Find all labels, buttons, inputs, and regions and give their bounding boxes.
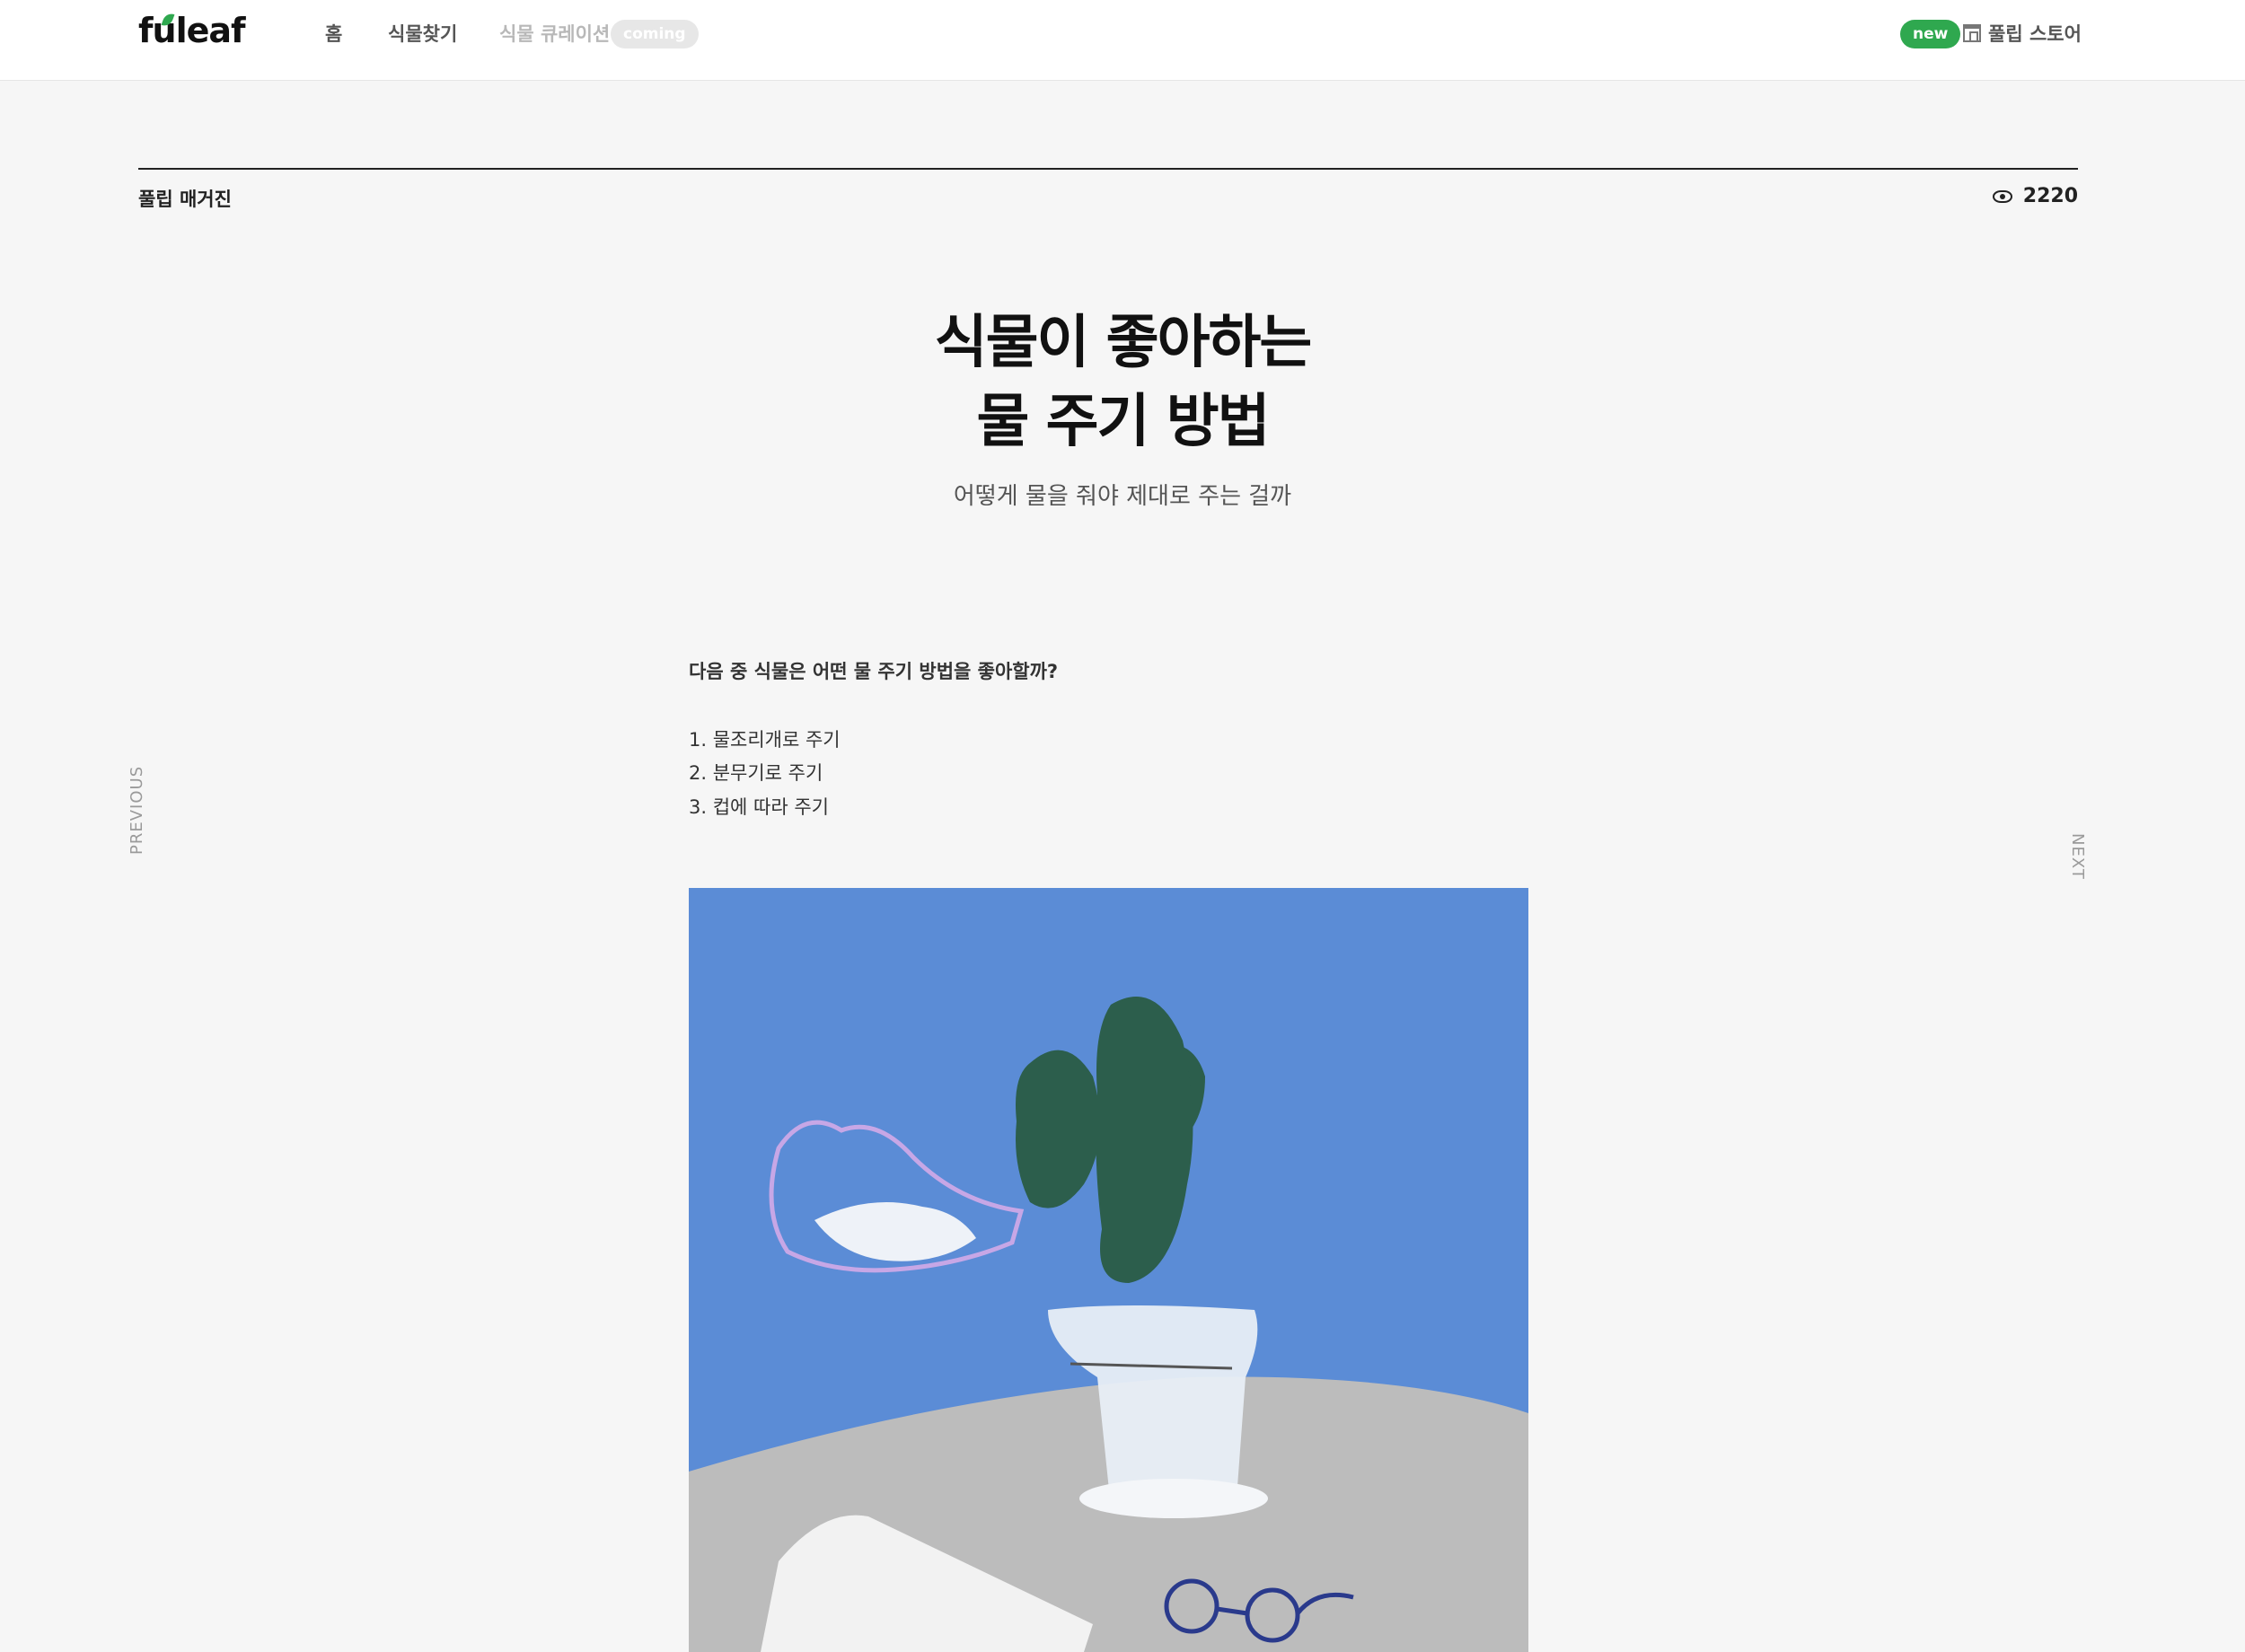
store-label: 풀립 스토어 <box>1988 23 2082 45</box>
fuleaf-logo[interactable]: fuleaf <box>138 11 246 50</box>
next-article-link[interactable]: NEXT <box>2068 833 2087 880</box>
pot-saucer <box>1079 1479 1268 1518</box>
store-link[interactable]: 풀립 스토어 <box>1963 20 2082 47</box>
top-header: fuleaf 홈 식물찾기 식물 큐레이션 coming new 풀립 스토어 <box>0 0 2245 81</box>
coming-badge: coming <box>611 20 699 48</box>
previous-article-link[interactable]: PREVIOUS <box>128 766 146 855</box>
option-1: 1. 물조리개로 주기 <box>689 729 841 751</box>
section-divider <box>138 168 2078 170</box>
new-badge: new <box>1900 20 1961 48</box>
eye-icon <box>1992 189 2012 203</box>
logo-text: fuleaf <box>138 11 246 50</box>
cactus-illustration <box>689 888 1528 1652</box>
article-subtitle: 어떻게 물을 줘야 제대로 주는 걸까 <box>953 483 1292 510</box>
option-3: 3. 컵에 따라 주기 <box>689 796 829 818</box>
nav-plant-curation: 식물 큐레이션 <box>499 23 611 45</box>
nav-plant-search[interactable]: 식물찾기 <box>388 20 457 47</box>
magazine-category[interactable]: 풀립 매거진 <box>138 185 232 212</box>
article-title-line2: 물 주기 방법 <box>976 389 1271 455</box>
view-count: 2220 <box>1992 185 2078 207</box>
article-title-line1: 식물이 좋아하는 <box>934 310 1312 376</box>
view-count-value: 2220 <box>2022 185 2078 207</box>
store-icon <box>1963 24 1981 42</box>
illustration-svg <box>689 888 1528 1652</box>
nav-home[interactable]: 홈 <box>325 20 342 47</box>
option-2: 2. 분무기로 주기 <box>689 762 823 784</box>
article-question: 다음 중 식물은 어떤 물 주기 방법을 좋아할까? <box>689 661 1059 682</box>
